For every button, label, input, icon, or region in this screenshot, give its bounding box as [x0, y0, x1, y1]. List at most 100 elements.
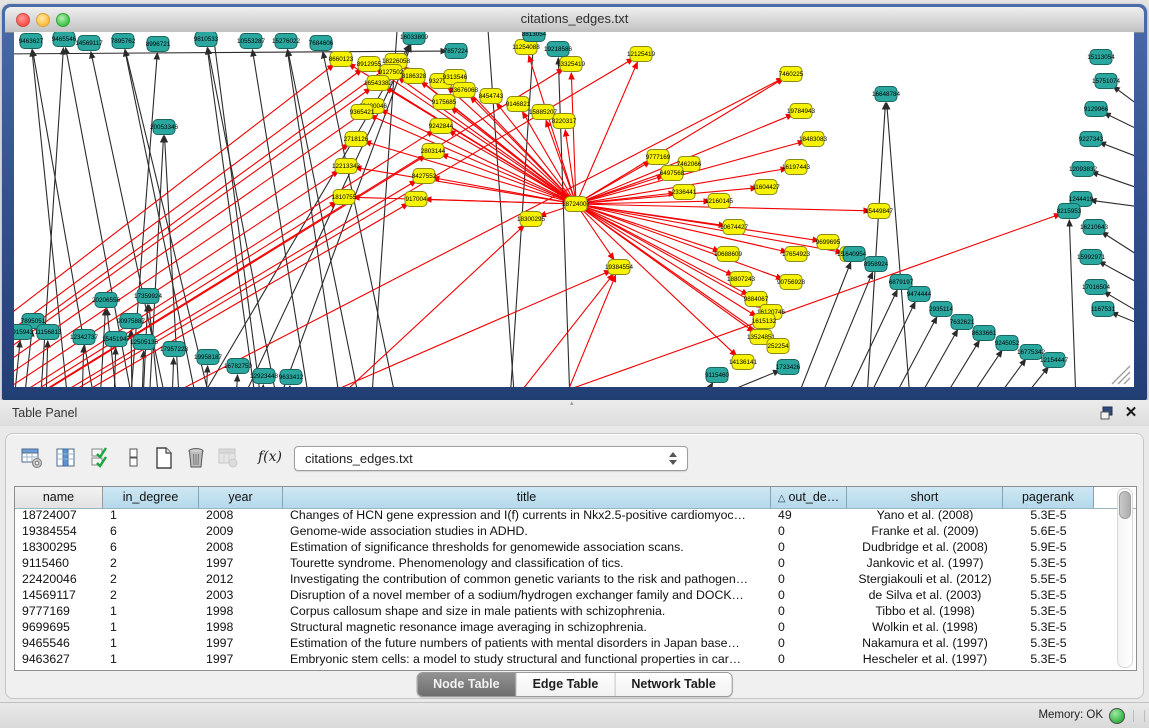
network-edge[interactable] [164, 45, 409, 387]
network-node[interactable]: 17016504 [1082, 280, 1111, 295]
network-node[interactable]: 8215953 [1057, 204, 1082, 219]
network-node[interactable]: 18300295 [517, 212, 546, 227]
column-header-pagerank[interactable]: pagerank [1003, 487, 1094, 508]
resize-grip[interactable] [1133, 710, 1145, 722]
column-header-title[interactable]: title [283, 487, 771, 508]
table-row[interactable]: 969969511998Structural magnetic resonanc… [15, 620, 1136, 636]
network-node[interactable]: 917004 [405, 192, 427, 207]
network-node[interactable]: 2935114 [929, 302, 954, 317]
float-window-icon[interactable] [1099, 405, 1115, 421]
network-node[interactable]: 7684606 [309, 36, 334, 51]
table-row[interactable]: 2242004622012Investigating the contribut… [15, 572, 1136, 588]
network-edge[interactable] [576, 204, 842, 252]
network-node[interactable]: 9699695 [816, 235, 841, 250]
network-node[interactable]: 20053346 [150, 120, 179, 135]
network-node[interactable]: 8958924 [864, 257, 889, 272]
network-node[interactable]: 15992971 [1077, 250, 1106, 265]
network-node[interactable]: 11604427 [752, 180, 780, 195]
network-node[interactable]: 9115460 [705, 368, 730, 383]
network-node[interactable]: 16782759 [224, 359, 253, 374]
network-edge[interactable] [14, 271, 611, 387]
tab-edge-table[interactable]: Edge Table [517, 673, 616, 696]
network-node[interactable]: 9175685 [432, 95, 457, 110]
network-node[interactable]: 17654923 [782, 247, 811, 262]
network-node[interactable]: 12093832 [1069, 162, 1098, 177]
network-edge[interactable] [288, 386, 290, 387]
network-edge[interactable] [1069, 220, 1076, 387]
network-node[interactable]: 7460225 [779, 67, 804, 82]
table-row[interactable]: 911546021997Tourette syndrome. Phenomeno… [15, 556, 1136, 572]
network-node[interactable]: 8186328 [402, 69, 427, 84]
network-node[interactable]: 18483083 [799, 132, 828, 147]
table-options-icon[interactable] [20, 446, 44, 470]
network-node[interactable]: 18807243 [727, 272, 756, 287]
window-titlebar[interactable]: citations_edges.txt [5, 7, 1144, 33]
network-node[interactable]: 8633661 [972, 326, 997, 341]
network-edge[interactable] [794, 272, 873, 387]
network-node[interactable]: 16210643 [1080, 220, 1109, 235]
network-node[interactable]: 1615132 [752, 314, 777, 329]
network-node[interactable]: 9146821 [506, 97, 531, 112]
network-edge[interactable] [14, 88, 371, 387]
network-node[interactable]: 15449847 [865, 204, 894, 219]
network-edge[interactable] [927, 350, 1002, 387]
network-node[interactable]: 18724007 [562, 197, 591, 212]
network-node[interactable]: 9227343 [1079, 132, 1104, 147]
network-node[interactable]: 12342737 [70, 330, 99, 345]
network-node[interactable]: 1733426 [776, 360, 801, 375]
network-node[interactable]: 19384554 [605, 260, 634, 275]
table-selector-dropdown[interactable]: citations_edges.txt [294, 446, 688, 471]
network-edge[interactable] [905, 341, 979, 387]
column-checklist-icon[interactable] [88, 446, 112, 470]
network-edge[interactable] [14, 341, 20, 387]
network-edge[interactable] [972, 367, 1048, 387]
network-node[interactable]: 90756928 [777, 275, 806, 290]
canvas-resize-grip[interactable] [1118, 372, 1130, 384]
network-node[interactable]: 8813054 [522, 32, 547, 42]
network-node[interactable]: 7632621 [950, 315, 975, 330]
column-header-name[interactable]: name [15, 487, 103, 508]
network-edge[interactable] [434, 274, 613, 387]
network-edge[interactable] [887, 103, 915, 387]
network-node[interactable]: 12213343 [332, 159, 361, 174]
network-node[interactable]: 8996721 [146, 37, 171, 52]
network-edge[interactable] [816, 290, 897, 387]
network-edge[interactable] [262, 385, 263, 387]
canvas-resize-grip[interactable] [1124, 378, 1130, 384]
network-node[interactable]: 23676068 [450, 83, 479, 98]
network-node[interactable]: 9633412 [279, 370, 304, 385]
network-node[interactable]: 19218586 [544, 42, 573, 57]
network-node[interactable]: 2803144 [421, 144, 446, 159]
column-header-short[interactable]: short [847, 487, 1003, 508]
network-node[interactable]: 16197443 [782, 160, 811, 175]
row-cells-icon[interactable] [122, 446, 146, 470]
close-icon[interactable]: ✕ [1123, 405, 1139, 421]
network-edge[interactable] [172, 358, 174, 387]
network-edge[interactable] [883, 330, 958, 387]
network-node[interactable]: 9242844 [429, 119, 454, 134]
network-node[interactable]: 9129966 [1084, 102, 1109, 117]
network-node[interactable]: 9810533 [194, 32, 219, 47]
network-edge[interactable] [14, 156, 425, 387]
table-row[interactable]: 946362711997Embryonic stem cells: a mode… [15, 652, 1136, 668]
network-node[interactable]: 8660123 [329, 52, 354, 67]
network-edge[interactable] [702, 383, 713, 387]
network-node[interactable]: 9465546 [52, 32, 77, 47]
network-edge[interactable] [1090, 200, 1134, 210]
network-node[interactable]: 11156813 [34, 325, 62, 340]
network-edge[interactable] [1104, 113, 1134, 142]
network-node[interactable]: 15276022 [272, 34, 301, 49]
network-node[interactable]: 16543382 [364, 76, 393, 91]
network-node[interactable]: 17359924 [134, 289, 163, 304]
network-node[interactable]: 12923448 [250, 369, 279, 384]
network-node[interactable]: 3915943 [14, 325, 34, 340]
network-node[interactable]: 17957223 [160, 342, 189, 357]
network-edge[interactable] [14, 51, 447, 54]
column-header-in_degree[interactable]: in_degree [103, 487, 199, 508]
network-node[interactable]: 10688609 [714, 247, 743, 262]
network-edge[interactable] [1092, 172, 1134, 197]
network-node[interactable]: 10553287 [237, 34, 266, 49]
network-node[interactable]: 15751074 [1092, 74, 1121, 89]
network-node[interactable]: 2718126 [344, 132, 369, 147]
network-node[interactable]: 9474444 [907, 287, 932, 302]
